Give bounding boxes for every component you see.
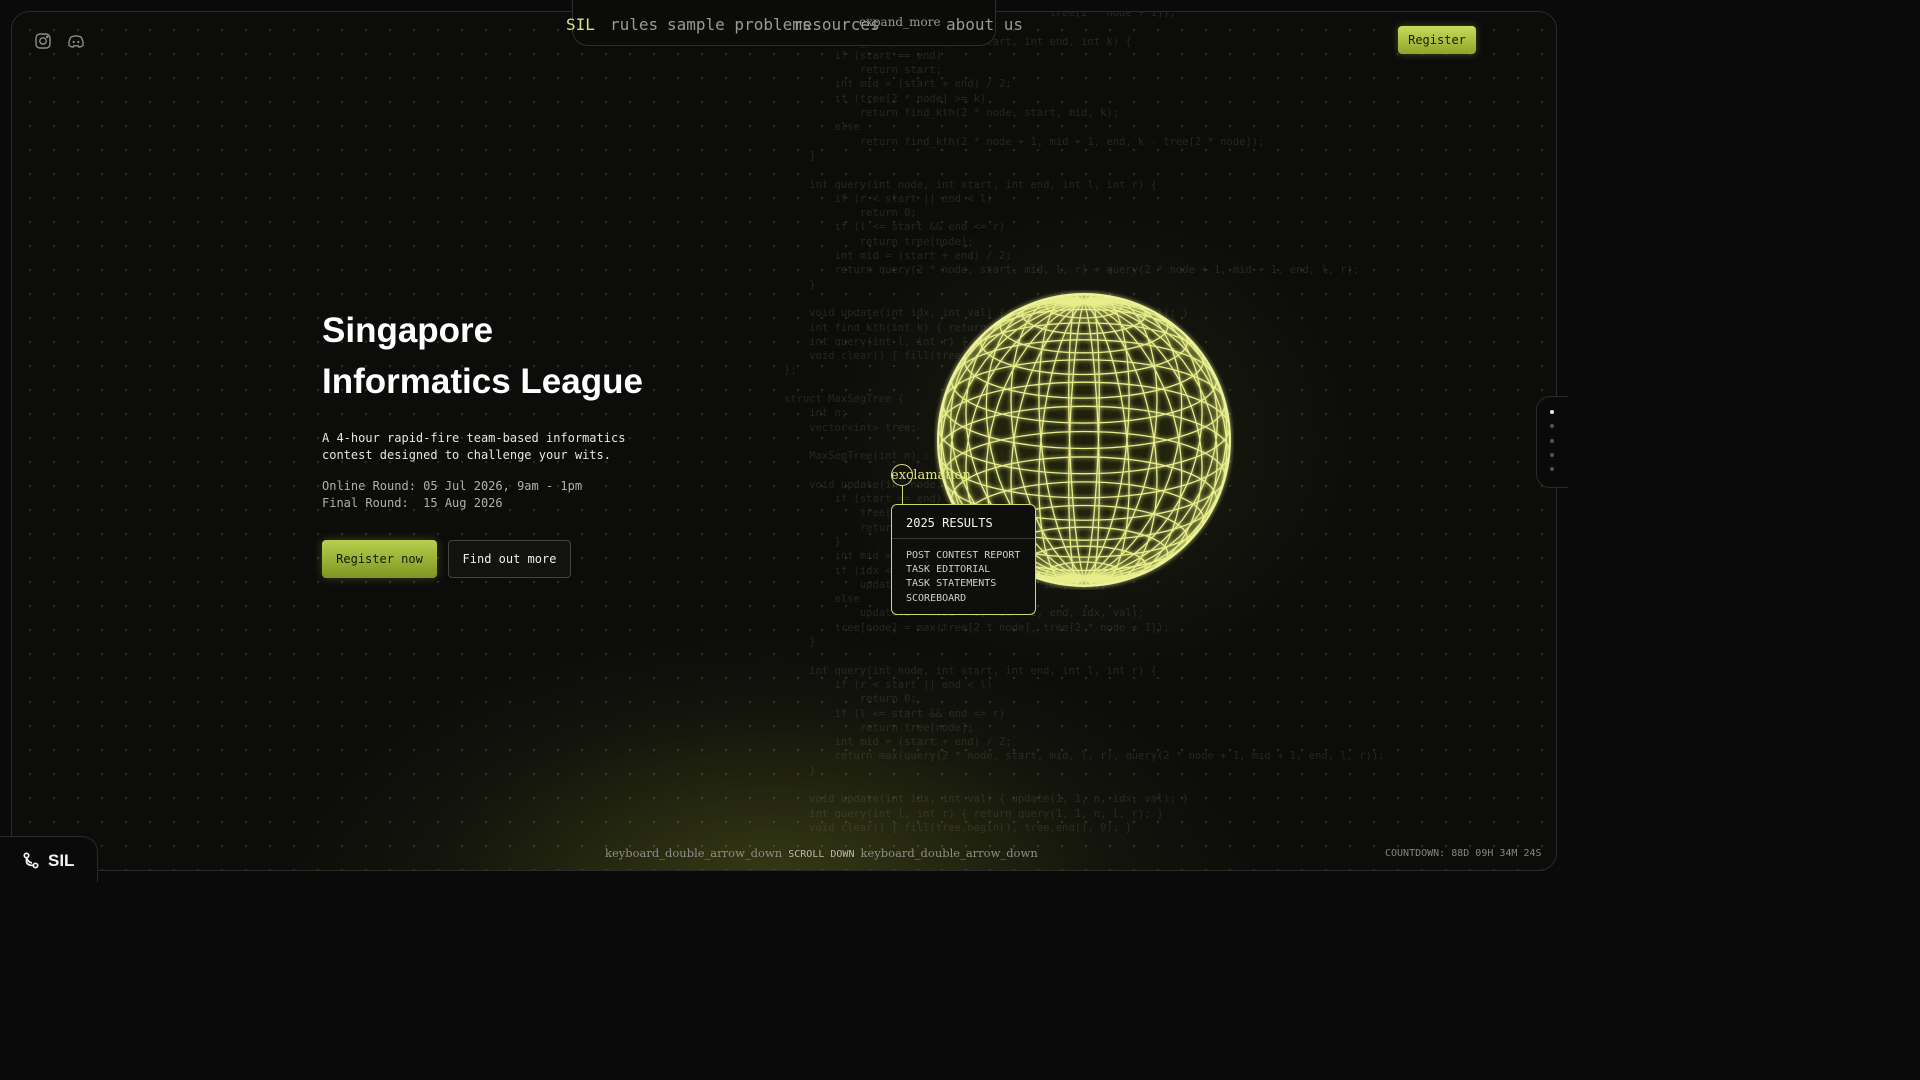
discord-icon[interactable]: [67, 32, 85, 50]
instagram-icon[interactable]: [34, 32, 52, 50]
popup-connector: [902, 486, 903, 504]
exclamation-icon: exclamation: [891, 468, 971, 483]
nav-item-rules[interactable]: rules: [610, 15, 658, 34]
section-dot[interactable]: [1550, 438, 1554, 443]
find-out-more-button[interactable]: Find out more: [448, 540, 571, 578]
countdown-timer: COUNTDOWN: 88D 09H 34M 24S: [1385, 848, 1542, 859]
double-arrow-down-icon: keyboard_double_arrow_down: [860, 846, 1038, 860]
nav-item-sample-problems[interactable]: sample problems: [667, 15, 812, 34]
divider: [892, 538, 1035, 539]
scoreboard-link[interactable]: SCOREBOARD: [906, 592, 1020, 606]
online-round-date: Online Round: 05 Jul 2026, 9am - 1pm: [322, 479, 583, 493]
scroll-down-hint[interactable]: keyboard_double_arrow_down SCROLL DOWN k…: [605, 846, 1038, 860]
task-editorial-link[interactable]: TASK EDITORIAL: [906, 563, 1020, 577]
results-popup: 2025 RESULTS POST CONTEST REPORT TASK ED…: [891, 504, 1036, 615]
logo-text: SIL: [48, 851, 75, 870]
section-dot[interactable]: [1550, 410, 1554, 414]
hero-title-line-2: Informatics League: [322, 362, 643, 401]
branch-logo-icon: [23, 852, 39, 869]
hero-title-line-1: Singapore: [322, 311, 494, 350]
register-now-button[interactable]: Register now: [322, 540, 437, 578]
hero-title: Singapore Informatics League: [322, 305, 722, 407]
page-frame: tree[2 * node + 1]); int find_kth(int no…: [11, 11, 1557, 871]
hero-description: A 4-hour rapid-fire team-based informati…: [322, 431, 626, 462]
results-link-list: POST CONTEST REPORT TASK EDITORIAL TASK …: [906, 549, 1020, 606]
results-popup-title: 2025 RESULTS: [906, 516, 993, 530]
register-button[interactable]: Register: [1398, 26, 1476, 54]
double-arrow-down-icon: keyboard_double_arrow_down: [605, 846, 783, 860]
section-dot[interactable]: [1550, 452, 1554, 457]
nav-item-sil[interactable]: SIL: [566, 15, 595, 34]
task-statements-link[interactable]: TASK STATEMENTS: [906, 577, 1020, 591]
post-contest-report-link[interactable]: POST CONTEST REPORT: [906, 549, 1020, 563]
final-round-date: Final Round: 15 Aug 2026: [322, 496, 503, 510]
nav-item-about-us[interactable]: about us: [946, 15, 1023, 34]
scroll-down-label: SCROLL DOWN: [788, 849, 855, 860]
expand-more-icon[interactable]: expand_more: [859, 15, 941, 29]
